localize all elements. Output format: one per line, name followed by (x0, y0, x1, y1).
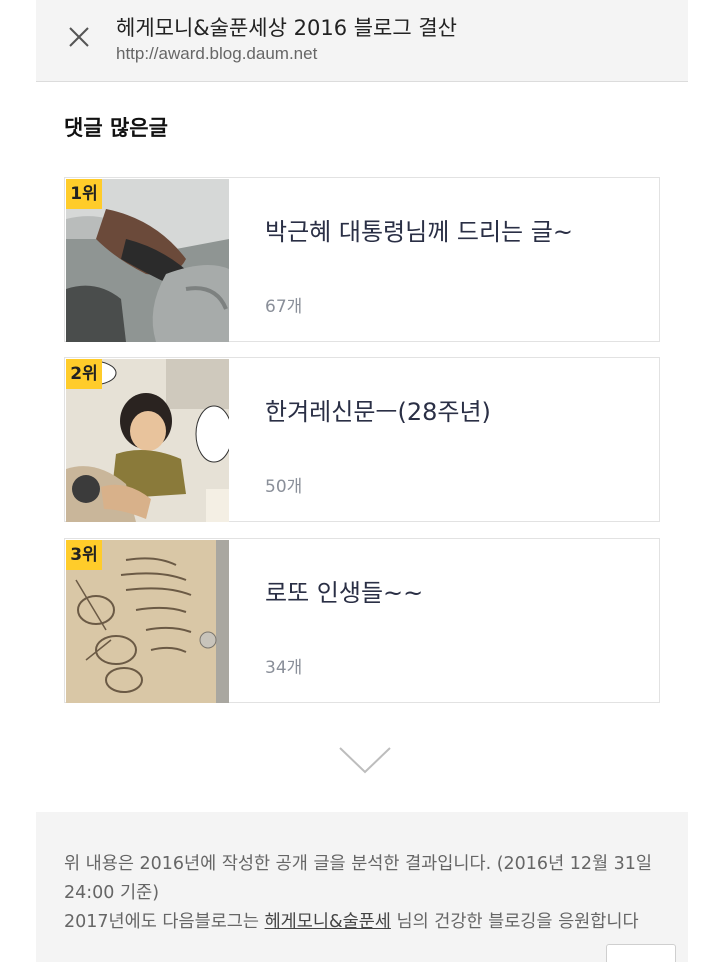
close-button[interactable] (64, 22, 94, 52)
post-card-2[interactable]: 2위 한겨레신문ㅡ(28주년) 50개 (64, 357, 660, 522)
blog-link[interactable]: 헤게모니&술푼세 (265, 912, 391, 932)
comment-count: 67개 (265, 297, 303, 317)
rank-badge: 2위 (66, 359, 102, 389)
footer-cheer-prefix: 2017년에도 다음블로그는 (64, 912, 265, 932)
post-card-1[interactable]: 1위 박근혜 대통령님께 드리는 글~ 67개 (64, 177, 660, 342)
close-icon (69, 27, 89, 47)
post-title[interactable]: 박근혜 대통령님께 드리는 글~ (265, 212, 573, 247)
chevron-down-icon (339, 747, 391, 774)
footer-text: 위 내용은 2016년에 작성한 공개 글을 분석한 결과입니다. (2016년… (64, 850, 664, 937)
more-button[interactable] (338, 744, 392, 776)
footer-cheer-suffix: 님의 건강한 블로깅을 응원합니다 (390, 912, 639, 932)
rank-badge: 3위 (66, 540, 102, 570)
footer-button[interactable] (606, 944, 676, 962)
comment-count: 34개 (265, 658, 303, 678)
section-title: 댓글 많은글 (64, 116, 168, 140)
footer-notice: 위 내용은 2016년에 작성한 공개 글을 분석한 결과입니다. (2016년… (64, 854, 653, 903)
post-title[interactable]: 로또 인생들~~ (265, 573, 423, 608)
post-card-3[interactable]: 3위 로또 인생들~~ 34개 (64, 538, 660, 703)
post-title[interactable]: 한겨레신문ㅡ(28주년) (265, 392, 491, 427)
page-title: 헤게모니&술푼세상 2016 블로그 결산 (116, 16, 458, 40)
footer: 위 내용은 2016년에 작성한 공개 글을 분석한 결과입니다. (2016년… (36, 812, 688, 962)
rank-badge: 1위 (66, 179, 102, 209)
page-url: http://award.blog.daum.net (116, 44, 318, 63)
comment-count: 50개 (265, 477, 303, 497)
top-bar: 헤게모니&술푼세상 2016 블로그 결산 http://award.blog.… (36, 0, 688, 82)
